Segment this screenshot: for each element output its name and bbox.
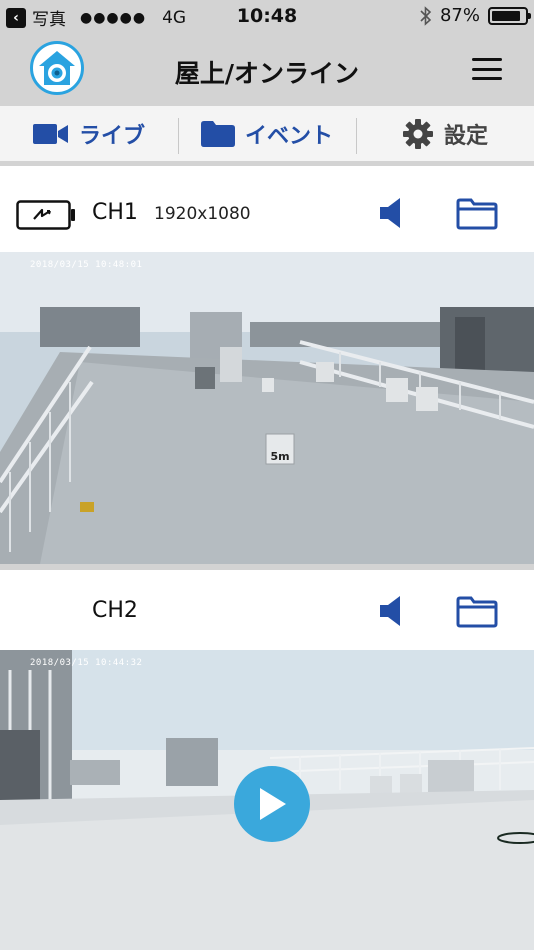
channel-1-timestamp: 2018/03/15 10:48:01 — [30, 260, 143, 270]
speaker-icon[interactable] — [380, 197, 404, 229]
camera-icon — [32, 123, 68, 144]
speaker-icon[interactable] — [380, 595, 404, 627]
bluetooth-icon — [420, 5, 432, 26]
tab-settings[interactable]: 設定 — [356, 106, 534, 161]
status-bar: ‹ 写真 ●●●●● 4G 10:48 87% — [0, 0, 534, 34]
channel-1-header: CH1 1920x1080 — [0, 172, 534, 252]
tab-live-label: ライブ — [78, 123, 145, 149]
channel-2-video-feed[interactable]: 2018/03/15 10:44:32 — [0, 650, 534, 950]
channel-1-resolution: 1920x1080 — [154, 204, 251, 224]
folder-icon[interactable] — [456, 198, 498, 230]
battery-charging-icon — [16, 200, 75, 230]
distance-sign: 5m — [270, 450, 289, 463]
tab-bar: ライブ イベント 設定 — [0, 106, 534, 166]
folder-icon — [200, 120, 235, 147]
battery-percent: 87% — [439, 5, 480, 26]
tab-event[interactable]: イベント — [178, 106, 356, 161]
play-button[interactable] — [234, 766, 310, 842]
battery-level — [492, 10, 520, 21]
folder-icon[interactable] — [456, 596, 498, 628]
battery-icon — [488, 6, 531, 25]
channel-1-video-feed[interactable]: 5m 2018/03/15 10:48:01 — [0, 252, 534, 564]
tab-settings-label: 設定 — [443, 123, 488, 149]
tab-live[interactable]: ライブ — [0, 106, 178, 161]
gear-icon — [402, 118, 433, 149]
tab-event-label: イベント — [244, 123, 333, 149]
play-icon — [260, 788, 286, 820]
channel-1-name: CH1 — [92, 200, 138, 225]
page-title: 屋上/オンライン — [174, 59, 360, 88]
channel-2-timestamp: 2018/03/15 10:44:32 — [30, 658, 143, 668]
app-header: 屋上/オンライン — [0, 34, 534, 106]
hamburger-menu-icon[interactable] — [472, 58, 502, 80]
channel-2-name: CH2 — [92, 598, 138, 623]
rooftop-live-image: 5m — [0, 252, 534, 564]
channel-2-header: CH2 — [0, 570, 534, 650]
